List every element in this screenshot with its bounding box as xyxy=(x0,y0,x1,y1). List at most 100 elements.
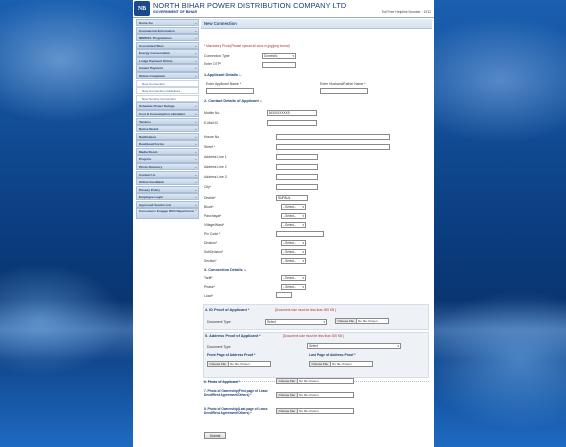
division-select[interactable]: --Select-- ▾ xyxy=(281,240,306,246)
father-name-input[interactable] xyxy=(320,88,368,94)
section-select[interactable]: --Select-- ▾ xyxy=(281,258,306,264)
ownership-last-file-input[interactable]: Choose File No file chosen xyxy=(276,408,354,415)
sidebar-item-contact[interactable]: Contact Us » xyxy=(136,170,199,178)
address-proof-hint: [Document size must be less than 300 KB … xyxy=(283,334,344,338)
section-connection-details: 3. Connection Details :- xyxy=(204,268,247,272)
subdivision-select[interactable]: --Select-- ▾ xyxy=(281,249,306,255)
choose-file-button[interactable]: Choose File xyxy=(208,362,229,367)
chevron-down-icon: ▾ xyxy=(302,259,304,263)
chevron-right-icon: » xyxy=(194,134,197,139)
sidebar-item-label: Photo Directory xyxy=(139,164,163,169)
sidebar-item-download-forms[interactable]: Download Forms » xyxy=(136,140,199,148)
applicant-photo-file-input[interactable]: Choose File No file chosen xyxy=(276,378,354,385)
sidebar-item-energy[interactable]: Energy Conservation » xyxy=(136,49,199,57)
sidebar-item-notice-board[interactable]: Notice Board » xyxy=(136,125,199,133)
addr-doc-type-select[interactable]: Select ▾ xyxy=(307,343,401,349)
sidebar-item-media[interactable]: Media Room » xyxy=(136,147,199,156)
sidebar-item-label: Cost & Consumption calculator xyxy=(139,111,186,116)
sidebar-item-home[interactable]: Home Go » xyxy=(136,19,199,27)
chevron-right-icon: » xyxy=(194,187,197,192)
house-label: House No xyxy=(204,135,220,139)
ownership-first-file-input[interactable]: Choose File No file chosen xyxy=(276,392,354,399)
sidebar-item-commercial[interactable]: Commercial Information » xyxy=(136,26,199,34)
house-input[interactable] xyxy=(276,134,390,140)
company-logo[interactable]: NB xyxy=(134,1,150,16)
load-input[interactable] xyxy=(276,292,292,298)
applicant-name-input[interactable] xyxy=(206,88,254,94)
tariff-select[interactable]: --Select-- ▾ xyxy=(281,275,306,281)
mobile-input[interactable]: 8XXXXXXXX9 xyxy=(267,110,317,116)
front-page-file-input[interactable]: Choose File No file chosen xyxy=(207,361,271,368)
section-select-value: --Select-- xyxy=(283,259,297,263)
otp-label: Enter OTP* xyxy=(204,62,222,66)
district-label: District* xyxy=(204,196,216,200)
sidebar-item-complaint[interactable]: Online Complaint » xyxy=(136,72,199,80)
sidebar-item-label: Schedule Power Outage xyxy=(139,104,175,109)
mandatory-note: * Mandatory Photo(Please upload all docs… xyxy=(204,44,290,48)
section-id-proof: 4. ID Proof of Applicant * xyxy=(205,308,250,312)
sidebar-item-projects[interactable]: Projects » xyxy=(136,155,199,163)
sidebar-item-photo[interactable]: Photo Directory » xyxy=(136,162,199,171)
address1-input[interactable] xyxy=(276,154,318,160)
chevron-right-icon: » xyxy=(194,172,197,177)
panchayat-select[interactable]: --Select-- ▾ xyxy=(281,213,306,219)
sidebar-item-vendor[interactable]: Approved Vendor List » xyxy=(136,200,199,209)
sidebar-item-associated[interactable]: Associated Sites » xyxy=(136,41,199,49)
village-select[interactable]: --Select-- ▾ xyxy=(281,222,306,228)
block-select[interactable]: --Select-- ▾ xyxy=(281,204,306,210)
sidebar-item-tenders[interactable]: Tenders » xyxy=(136,117,199,125)
connection-type-select[interactable]: Domestic ▾ xyxy=(262,53,296,59)
site-header: NB NORTH BIHAR POWER DISTRIBUTION COMPAN… xyxy=(133,0,434,18)
choose-file-button[interactable]: Choose File xyxy=(336,319,357,324)
submit-button[interactable]: Submit xyxy=(204,432,226,439)
sidebar-item-label: Approved Vendor List xyxy=(139,202,172,207)
section-address-proof: 5. Address Proof of Applicant * xyxy=(205,334,261,338)
helpline-text: Toll Free Helpline Number : 1912 xyxy=(381,10,431,14)
email-label: E-Mail ID xyxy=(204,121,218,125)
sidebar-item-label: New Connection xyxy=(142,81,165,86)
id-proof-file-input[interactable]: Choose File No file chosen xyxy=(335,318,389,325)
id-doc-type-select[interactable]: Select ▾ xyxy=(265,319,327,325)
sidebar-item-label: Instant Payment xyxy=(139,66,163,71)
chevron-right-icon: » xyxy=(194,21,197,25)
addr-doc-type-value: Select xyxy=(309,344,318,348)
tariff-label: Tariff* xyxy=(204,276,213,280)
otp-input[interactable] xyxy=(262,62,296,68)
city-input[interactable] xyxy=(276,184,318,190)
sidebar-item-outage[interactable]: Schedule Power Outage » xyxy=(136,102,199,110)
chevron-right-icon: » xyxy=(194,43,197,48)
sidebar-subitem-service[interactable]: New Service Connection xyxy=(136,94,199,102)
choose-file-button[interactable]: Choose File xyxy=(277,393,298,398)
address3-input[interactable] xyxy=(276,174,318,180)
last-page-file-input[interactable]: Choose File No file chosen xyxy=(309,361,373,368)
choose-file-button[interactable]: Choose File xyxy=(310,362,331,367)
sidebar-item-programmes[interactable]: NBPDCL Programmes » xyxy=(136,34,199,42)
sidebar-subitem-new-connection[interactable]: New Connection xyxy=(136,79,199,87)
choose-file-button[interactable]: Choose File xyxy=(277,379,298,384)
sidebar-item-label: Employee Login xyxy=(139,195,163,200)
subdivision-select-value: --Select-- xyxy=(283,250,297,254)
sidebar-item-feedback[interactable]: Online Feedback » xyxy=(136,178,199,186)
pincode-input[interactable] xyxy=(276,231,324,237)
sidebar-item-calculator[interactable]: Cost & Consumption calculator » xyxy=(136,109,199,118)
address2-input[interactable] xyxy=(276,164,318,170)
sidebar-item-label: Projects xyxy=(139,157,152,162)
chevron-down-icon: ▾ xyxy=(397,344,399,348)
sidebar-item-instant-payment[interactable]: Instant Payment » xyxy=(136,64,199,72)
district-input[interactable]: SUPAUL xyxy=(276,195,308,201)
street-input[interactable] xyxy=(276,144,390,150)
sidebar-item-notification[interactable]: Notification » xyxy=(136,132,199,140)
phase-select[interactable]: --Select-- ▾ xyxy=(281,284,306,290)
email-input[interactable] xyxy=(267,120,317,126)
block-label: Block* xyxy=(204,205,214,209)
sidebar-item-lodge-payment[interactable]: Lodge Payment Online » xyxy=(136,56,199,65)
sidebar-item-label: Download Forms xyxy=(139,142,165,147)
choose-file-button[interactable]: Choose File xyxy=(277,409,298,414)
section-contact-details: 2. Contact Details of Applicant :- xyxy=(204,99,263,103)
sidebar-item-engage[interactable]: Consumers Engage With Department» xyxy=(136,208,199,219)
sidebar-subitem-guidelines[interactable]: New Connection Guidelines xyxy=(136,87,199,95)
chevron-right-icon: » xyxy=(194,66,197,71)
sidebar-item-privacy[interactable]: Privacy Policy » xyxy=(136,185,199,193)
sidebar-item-employee-login[interactable]: Employee Login » xyxy=(136,193,199,201)
chevron-right-icon: » xyxy=(194,119,197,124)
